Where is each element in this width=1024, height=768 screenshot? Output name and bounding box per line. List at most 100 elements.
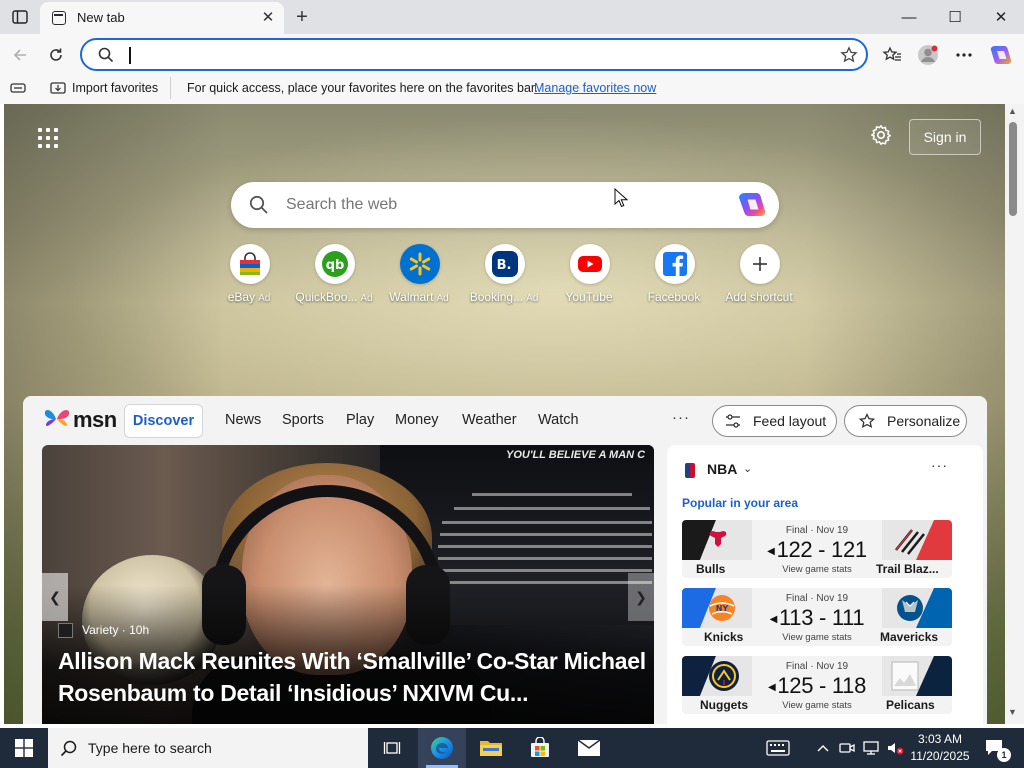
minimize-button[interactable]: — xyxy=(886,0,932,34)
view-game-stats-link[interactable]: View game stats xyxy=(752,632,882,643)
sign-in-button[interactable]: Sign in xyxy=(909,119,981,155)
game-row[interactable]: Nuggets Final · Nov 19 ◀125 - 118 View g… xyxy=(682,656,952,714)
nba-more-button[interactable]: ··· xyxy=(931,457,948,473)
hero-next-button[interactable]: ❯ xyxy=(628,573,654,621)
shortcut-quickbooks[interactable]: qb QuickBoo... Ad xyxy=(293,244,375,308)
clock-time[interactable]: 3:03 AM xyxy=(912,732,968,746)
manage-favorites-link[interactable]: Manage favorites now xyxy=(534,81,656,95)
msn-butterfly-icon xyxy=(44,410,70,427)
tray-show-hidden[interactable] xyxy=(812,728,834,768)
home-team-name: Knicks xyxy=(704,630,744,644)
away-team-name: Pelicans xyxy=(886,698,935,712)
taskbar-mail[interactable] xyxy=(565,728,613,768)
feed-layout-button[interactable]: Feed layout xyxy=(712,405,837,437)
view-game-stats-link[interactable]: View game stats xyxy=(752,700,882,711)
start-button[interactable] xyxy=(0,728,48,768)
tray-network[interactable] xyxy=(860,728,882,768)
import-favorites-icon xyxy=(50,82,66,94)
favorite-star-icon[interactable] xyxy=(840,46,858,64)
copilot-search-button[interactable] xyxy=(737,191,767,219)
chevron-up-icon xyxy=(817,745,829,752)
feed-tab-weather[interactable]: Weather xyxy=(462,412,517,428)
address-input[interactable] xyxy=(130,45,830,66)
feed-more-button[interactable]: ··· xyxy=(672,409,690,426)
home-team-name: Nuggets xyxy=(700,698,748,712)
taskbar-store[interactable] xyxy=(516,728,564,768)
favorites-button[interactable] xyxy=(879,42,905,68)
copilot-button[interactable] xyxy=(988,42,1014,68)
folder-icon xyxy=(480,741,502,756)
shortcut-facebook[interactable]: Facebook xyxy=(633,244,715,308)
close-window-button[interactable]: ✕ xyxy=(978,0,1024,34)
app-launcher-icon[interactable] xyxy=(38,128,58,148)
msn-logo-text[interactable]: msn xyxy=(73,407,117,433)
taskbar: Type here to search 3:03 AM 11/20/2025 1 xyxy=(0,728,1024,768)
tray-meet-now[interactable] xyxy=(836,728,858,768)
feed-tab-play[interactable]: Play xyxy=(346,412,374,428)
nba-title[interactable]: NBA xyxy=(707,461,737,477)
notification-center-button[interactable]: 1 xyxy=(980,728,1011,768)
reading-view-icon[interactable] xyxy=(10,82,26,95)
personalize-button[interactable]: Personalize xyxy=(844,405,967,437)
web-search-box[interactable] xyxy=(231,182,779,228)
hero-previous-button[interactable]: ❮ xyxy=(42,573,68,621)
search-icon xyxy=(60,740,77,757)
feed-tab-sports[interactable]: Sports xyxy=(282,412,324,428)
address-bar[interactable] xyxy=(80,38,868,71)
scrollbar-thumb[interactable] xyxy=(1009,122,1017,216)
profile-avatar-icon xyxy=(918,45,938,65)
feed-tab-news[interactable]: News xyxy=(225,412,261,428)
game-row[interactable]: Bulls Final · Nov 19 ◀122 - 121 View gam… xyxy=(682,520,952,578)
back-button[interactable] xyxy=(7,42,33,68)
search-icon xyxy=(98,47,114,63)
home-team-name: Bulls xyxy=(696,562,726,576)
ad-badge: Ad xyxy=(258,293,271,304)
tab-close-button[interactable]: ✕ xyxy=(258,8,278,28)
nba-popular-label: Popular in your area xyxy=(682,496,799,510)
tray-keyboard[interactable] xyxy=(762,728,794,768)
scroll-down-arrow-icon[interactable]: ▼ xyxy=(1008,707,1017,717)
clock-date[interactable]: 11/20/2025 xyxy=(904,749,976,763)
refresh-button[interactable] xyxy=(43,42,69,68)
feed-tab-money[interactable]: Money xyxy=(395,412,439,428)
game-status: Final · Nov 19 xyxy=(785,593,849,604)
trail-blazers-logo-icon xyxy=(882,520,952,560)
mavericks-logo-icon xyxy=(882,588,952,628)
shortcut-youtube[interactable]: YouTube xyxy=(548,244,630,308)
maximize-button[interactable]: ☐ xyxy=(932,0,978,34)
game-row[interactable]: NY Knicks Final · Nov 19 ◀113 - 111 View… xyxy=(682,588,952,646)
hero-article-card[interactable]: YOU'LL BELIEVE A MAN C ❮ ❯ Variety · 10h… xyxy=(42,445,654,724)
scroll-up-arrow-icon[interactable]: ▲ xyxy=(1008,106,1017,116)
taskbar-edge[interactable] xyxy=(418,728,466,768)
tray-volume[interactable] xyxy=(884,728,906,768)
page-settings-button[interactable] xyxy=(868,124,894,150)
feed-tab-watch[interactable]: Watch xyxy=(538,412,579,428)
view-game-stats-link[interactable]: View game stats xyxy=(752,564,882,575)
tab-new-tab[interactable]: New tab ✕ xyxy=(40,2,284,34)
settings-and-more-button[interactable] xyxy=(951,42,977,68)
task-view-button[interactable] xyxy=(368,728,416,768)
tab-actions-icon[interactable] xyxy=(6,5,34,29)
shortcut-walmart[interactable]: Walmart Ad xyxy=(378,244,460,308)
title-bar: New tab ✕ + — ☐ ✕ xyxy=(0,0,1024,34)
hero-headline[interactable]: Allison Mack Reunites With ‘Smallville’ … xyxy=(58,645,648,709)
taskbar-search-box[interactable]: Type here to search xyxy=(48,728,368,768)
web-search-input[interactable] xyxy=(286,194,706,216)
away-team-name: Mavericks xyxy=(880,630,939,644)
new-tab-button[interactable]: + xyxy=(290,5,314,29)
import-favorites-button[interactable]: Import favorites xyxy=(72,81,158,95)
mouse-cursor-icon xyxy=(614,188,628,208)
profile-button[interactable] xyxy=(915,42,941,68)
add-shortcut-button[interactable]: Add shortcut xyxy=(718,244,800,308)
feed-tab-discover[interactable]: Discover xyxy=(124,404,203,438)
game-status: Final · Nov 19 xyxy=(785,525,849,536)
shortcut-ebay[interactable]: eBay Ad xyxy=(208,244,290,308)
favorites-bar-message: For quick access, place your favorites h… xyxy=(187,81,538,95)
taskbar-file-explorer[interactable] xyxy=(467,728,515,768)
page-scrollbar[interactable]: ▲ ▼ xyxy=(1005,104,1024,724)
shortcut-booking[interactable]: B. Booking... Ad xyxy=(463,244,545,308)
msn-feed: msn Discover News Sports Play Money Weat… xyxy=(23,396,987,724)
chevron-down-icon[interactable]: ⌄ xyxy=(743,462,752,475)
game-status: Final · Nov 19 xyxy=(785,661,849,672)
search-icon xyxy=(249,195,268,214)
